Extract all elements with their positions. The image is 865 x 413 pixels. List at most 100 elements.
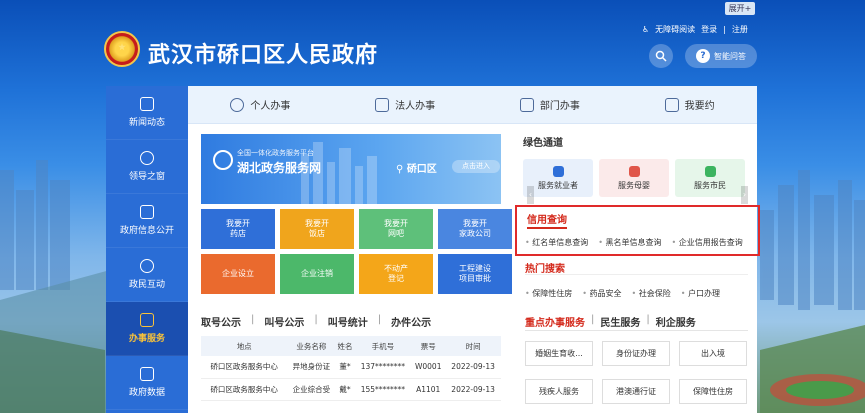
table-row: 硚口区政务服务中心 异地身份证 董* 137******** W0001 202… bbox=[201, 356, 501, 379]
column-header: 时间 bbox=[445, 336, 501, 356]
hot-search-link[interactable]: 户口办理 bbox=[681, 288, 720, 299]
green-channel-card[interactable]: 服务市民 bbox=[675, 159, 745, 197]
service-tile[interactable]: 我要开 药店 bbox=[201, 209, 275, 249]
accessibility-link[interactable]: 无障碍阅读 bbox=[655, 24, 695, 35]
column-header: 地点 bbox=[201, 336, 288, 356]
credit-query-title: 信用查询 bbox=[527, 211, 567, 229]
sidebar-item-data[interactable]: 政府数据 bbox=[106, 356, 188, 410]
edit-icon bbox=[140, 313, 154, 327]
building-icon bbox=[375, 97, 390, 112]
hot-search-link[interactable]: 药品安全 bbox=[582, 288, 622, 299]
sidebar-item-info-disclosure[interactable]: 政府信息公开 bbox=[106, 194, 188, 248]
banner-enter-button[interactable]: 点击进入 bbox=[452, 160, 500, 173]
register-link[interactable]: 注册 bbox=[732, 24, 748, 35]
divider: | bbox=[723, 25, 726, 34]
green-next-arrow[interactable]: › bbox=[741, 186, 748, 204]
right-column: 绿色通道 服务就业者 服务母婴 服务市民 bbox=[523, 134, 748, 197]
national-emblem-logo bbox=[104, 31, 140, 67]
green-channel-title: 绿色通道 bbox=[523, 138, 563, 149]
table-cell: 企业综合受 bbox=[287, 378, 336, 401]
sidebar-item-news[interactable]: 新闻动态 bbox=[106, 86, 188, 140]
credit-query-links: 红名单信息查询黑名单信息查询企业信用报告查询 bbox=[525, 237, 743, 248]
hubei-service-banner[interactable]: 全国一体化政务服务平台 湖北政务服务网 ⚲ 硚口区 点击进入 bbox=[201, 134, 501, 204]
key-service-button[interactable]: 保障性住房 bbox=[679, 379, 747, 404]
tab-livelihood[interactable]: 民生服务 bbox=[600, 314, 640, 329]
banner-title: 湖北政务服务网 bbox=[237, 161, 322, 175]
tab-legal-entity[interactable]: 法人办事 bbox=[375, 97, 435, 112]
tab-call-stats[interactable]: 叫号统计 bbox=[328, 314, 378, 329]
hot-search-links: 保障性住房药品安全社会保险户口办理 bbox=[525, 288, 720, 299]
expand-button[interactable]: 展开+ bbox=[725, 2, 755, 15]
column-header: 业务名称 bbox=[287, 336, 336, 356]
table-cell: 异地身份证 bbox=[287, 356, 336, 379]
appointment-icon bbox=[664, 97, 679, 112]
sidebar-item-services[interactable]: 办事服务 bbox=[106, 302, 188, 356]
service-tile[interactable]: 不动产 登记 bbox=[359, 254, 433, 294]
location-pin-icon: ⚲ bbox=[396, 164, 407, 175]
ai-qa-button[interactable]: ? 智能问答 bbox=[685, 44, 757, 68]
credit-query-link[interactable]: 黑名单信息查询 bbox=[598, 237, 662, 248]
table-cell: 2022-09-13 bbox=[445, 356, 501, 379]
service-tile[interactable]: 我要开 网吧 bbox=[359, 209, 433, 249]
service-tile[interactable]: 我要开 家政公司 bbox=[438, 209, 512, 249]
table-cell: A1101 bbox=[411, 378, 446, 401]
mail-icon bbox=[140, 205, 154, 219]
sidebar-item-leaders[interactable]: 领导之窗 bbox=[106, 140, 188, 194]
hot-search-link[interactable]: 社会保险 bbox=[632, 288, 671, 299]
chat-icon bbox=[140, 259, 154, 273]
service-tile[interactable]: 我要开 饭店 bbox=[280, 209, 354, 249]
tab-call-public[interactable]: 叫号公示 bbox=[264, 314, 314, 329]
tab-appointment[interactable]: 我要约 bbox=[664, 97, 715, 112]
tab-case-public[interactable]: 办件公示 bbox=[391, 314, 441, 329]
credit-query-link[interactable]: 企业信用报告查询 bbox=[672, 237, 743, 248]
divider: | bbox=[646, 314, 650, 325]
table-cell: 155******** bbox=[354, 378, 412, 401]
tab-enterprise[interactable]: 利企服务 bbox=[656, 314, 696, 329]
green-channel-label: 服务母婴 bbox=[618, 180, 650, 190]
banner-location: ⚲ 硚口区 bbox=[396, 164, 437, 175]
key-service-tabs: 重点办事服务 | 民生服务 | 利企服务 bbox=[525, 314, 696, 329]
hot-search-link[interactable]: 保障性住房 bbox=[525, 288, 572, 299]
divider: | bbox=[314, 314, 318, 325]
service-tile[interactable]: 企业设立 bbox=[201, 254, 275, 294]
table-row: 硚口区政务服务中心 企业综合受 戴* 155******** A1101 202… bbox=[201, 378, 501, 401]
credit-query-link[interactable]: 红名单信息查询 bbox=[525, 237, 588, 248]
green-prev-arrow[interactable]: ‹ bbox=[527, 186, 534, 204]
person-icon bbox=[230, 97, 245, 112]
tab-ticket-public[interactable]: 取号公示 bbox=[201, 314, 251, 329]
table-cell: 2022-09-13 bbox=[445, 378, 501, 401]
divider: | bbox=[591, 314, 595, 325]
key-service-button[interactable]: 身份证办理 bbox=[602, 341, 670, 366]
search-button[interactable] bbox=[649, 44, 673, 68]
bar-chart-icon bbox=[140, 367, 154, 381]
sidebar-item-interaction[interactable]: 政民互动 bbox=[106, 248, 188, 302]
login-link[interactable]: 登录 bbox=[701, 24, 717, 35]
divider bbox=[525, 274, 748, 275]
key-service-button[interactable]: 港澳通行证 bbox=[602, 379, 670, 404]
column-header: 手机号 bbox=[354, 336, 412, 356]
divider bbox=[525, 330, 748, 331]
green-channel-label: 服务市民 bbox=[694, 180, 726, 190]
tab-personal[interactable]: 个人办事 bbox=[230, 97, 290, 112]
baby-icon bbox=[628, 165, 640, 177]
green-channel-cards: 服务就业者 服务母婴 服务市民 bbox=[523, 159, 748, 197]
tab-department[interactable]: 部门办事 bbox=[519, 97, 580, 112]
key-service-button[interactable]: 出入境 bbox=[679, 341, 747, 366]
column-header: 姓名 bbox=[335, 336, 355, 356]
queue-table: 地点 业务名称 姓名 手机号 票号 时间 硚口区政务服务中心 异地身份证 董* … bbox=[201, 336, 501, 401]
tab-key-services[interactable]: 重点办事服务 bbox=[525, 314, 585, 329]
queue-tabs: 取号公示 | 叫号公示 | 叫号统计 | 办件公示 bbox=[201, 314, 441, 329]
citizen-icon bbox=[704, 165, 716, 177]
key-service-button[interactable]: 婚姻生育收... bbox=[525, 341, 593, 366]
search-icon bbox=[655, 50, 667, 62]
key-service-button[interactable]: 残疾人服务 bbox=[525, 379, 593, 404]
green-channel-card[interactable]: 服务母婴 bbox=[599, 159, 669, 197]
service-tabs: 个人办事 法人办事 部门办事 我要约 bbox=[188, 86, 757, 124]
table-cell: 137******** bbox=[354, 356, 412, 379]
banner-subtitle: 全国一体化政务服务平台 bbox=[237, 149, 314, 157]
service-tile[interactable]: 企业注销 bbox=[280, 254, 354, 294]
service-tile[interactable]: 工程建设 项目审批 bbox=[438, 254, 512, 294]
department-icon bbox=[519, 97, 534, 112]
site-title: 武汉市硚口区人民政府 bbox=[148, 42, 379, 68]
ai-qa-label: 智能问答 bbox=[714, 51, 746, 61]
